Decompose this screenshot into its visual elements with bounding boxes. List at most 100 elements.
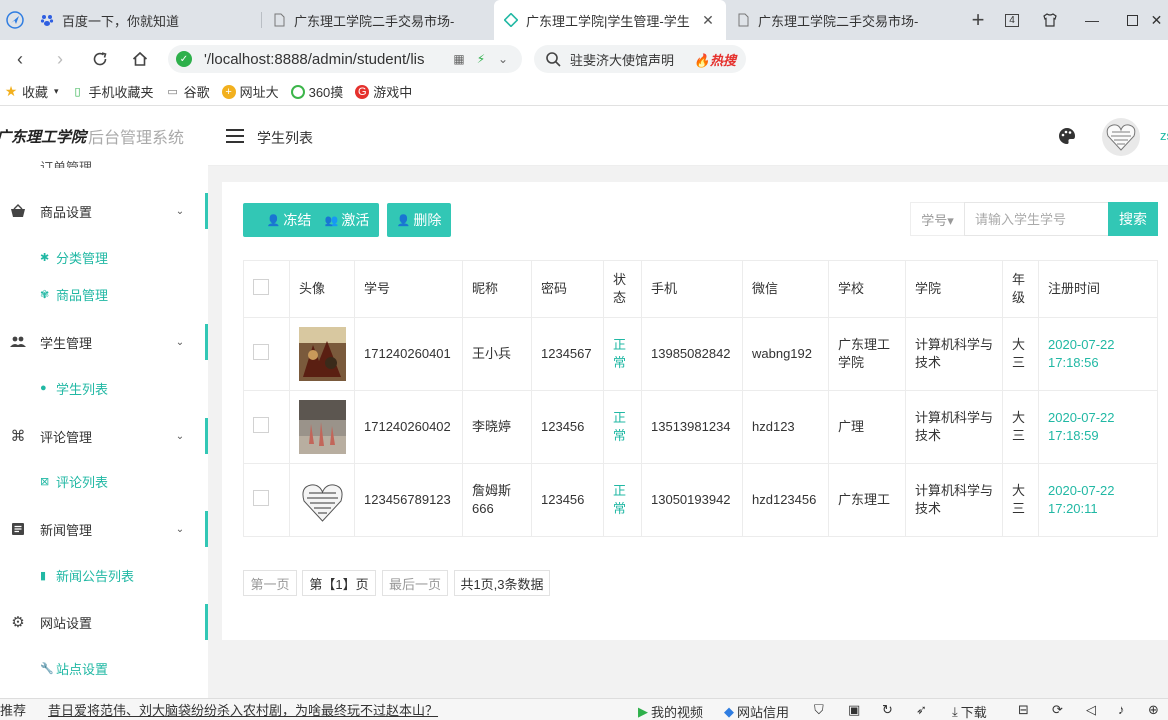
first-page-button[interactable]: 第一页 (243, 570, 297, 596)
bookmark-games[interactable]: G 游戏中 (355, 82, 412, 101)
search-input[interactable] (964, 202, 1110, 236)
sidebar-menu-students[interactable]: 学生管理 ⌄ (0, 324, 208, 360)
chevron-down-icon: ▾ (54, 86, 59, 96)
wechat: wabng192 (742, 317, 829, 391)
volume-icon[interactable]: ♪ (1118, 702, 1125, 717)
logo: 广东理工学院 后台管理系统 (0, 106, 208, 166)
delete-button[interactable]: 👤 删除 (387, 203, 451, 237)
palette-icon[interactable] (1058, 127, 1076, 145)
browser-tab-active[interactable]: 广东理工学院|学生管理-学生 ✕ (494, 0, 726, 40)
tab-title: 广东理工学院|学生管理-学生 (526, 13, 690, 29)
image-icon[interactable]: ▣ (848, 702, 860, 718)
content-card: 👤 冻结 👥 激活 👤 删除 学号▾ 搜索 头像 学号 (222, 182, 1168, 640)
last-page-button[interactable]: 最后一页 (382, 570, 448, 596)
qr-code-icon[interactable]: ▦ (448, 52, 470, 66)
page-title: 学生列表 (257, 130, 313, 146)
sidebar-item-student-list[interactable]: ● 学生列表 (40, 377, 108, 399)
column-header: 密码 (531, 260, 604, 318)
wrench-icon: 🔧 (40, 662, 54, 675)
student-avatar[interactable] (299, 400, 346, 454)
my-video-button[interactable]: ▶ 我的视频 (638, 702, 703, 720)
sidebar-menu-news[interactable]: 新闻管理 ⌄ (0, 511, 208, 547)
sidebar-item-category[interactable]: ✱ 分类管理 (40, 246, 108, 268)
column-header: 注册时间 (1038, 260, 1158, 318)
column-header: 状态 (603, 260, 642, 318)
close-window-icon[interactable]: ✕ (1145, 0, 1168, 40)
row-checkbox[interactable] (253, 489, 269, 506)
hamburger-menu-icon[interactable] (226, 129, 244, 143)
sidebar-item-site-settings[interactable]: 🔧 站点设置 (40, 657, 108, 679)
registered-time: 2020-07-22 17:18:56 (1038, 317, 1158, 391)
browser-tab[interactable]: 广东理工学院二手交易市场- (726, 0, 958, 40)
phone-icon: ▯ (74, 86, 81, 98)
select-all-cell (243, 260, 290, 318)
address-bar[interactable]: ✓ '/localhost:8888/admin/student/lis ▦ ⚡… (168, 45, 522, 73)
bookmark-mobile[interactable]: ▯ 手机收藏夹 (71, 82, 154, 101)
sidebar-item-comment-list[interactable]: ⊠ 评论列表 (40, 470, 108, 492)
download-button[interactable]: ⤓ 下载 (952, 702, 987, 720)
page-icon: ▭ (167, 86, 178, 98)
bookmark-url-directory[interactable]: + 网址大 (221, 82, 279, 101)
sidebar-menu-site[interactable]: ⚙ 网站设置 ⌄ (0, 604, 208, 640)
hot-search-badge[interactable]: 🔥热搜 (694, 50, 736, 69)
minimize-icon[interactable]: — (1072, 0, 1112, 40)
student-avatar[interactable] (299, 473, 346, 527)
browser-toolbar: ‹ › ✓ '/localhost:8888/admin/student/lis… (0, 40, 1168, 110)
sidebar-sub-item-partial[interactable]: 订单管理 (40, 154, 92, 168)
avatar-cell (289, 390, 355, 464)
chevron-down-icon: ⌄ (175, 336, 185, 348)
sidebar-item-news-list[interactable]: ▮ 新闻公告列表 (40, 564, 134, 586)
browser-tab[interactable]: 广东理工学院二手交易市场- (262, 0, 494, 40)
url-text[interactable]: '/localhost:8888/admin/student/lis (204, 51, 448, 68)
baidu-paw-icon (40, 15, 54, 26)
avatar[interactable] (1102, 118, 1140, 156)
sidebar-item-goods[interactable]: ✾ 商品管理 (40, 283, 108, 305)
sidebar-menu-goods[interactable]: 商品设置 ⌄ (0, 193, 208, 229)
close-tab-icon[interactable]: ✕ (700, 12, 716, 29)
college: 计算机科学与技术 (905, 390, 1003, 464)
bookmark-google[interactable]: ▭ 谷歌 (166, 82, 209, 101)
sync-icon[interactable]: ⟳ (1052, 702, 1063, 718)
tab-count-icon[interactable]: 4 (992, 0, 1032, 40)
search-query[interactable]: 驻斐济大使馆声明 (570, 50, 694, 69)
browser-menu-icon[interactable] (0, 0, 30, 40)
home-icon[interactable] (120, 40, 160, 78)
speaker-icon[interactable]: ◁ (1086, 702, 1096, 718)
reload-icon[interactable] (80, 40, 120, 78)
secure-shield-icon: ✓ (176, 51, 192, 67)
select-all-checkbox[interactable] (253, 278, 269, 295)
wechat: hzd123456 (742, 463, 829, 537)
student-avatar[interactable] (299, 327, 346, 381)
activate-button[interactable]: 👥 激活 (315, 203, 379, 237)
tab-title: 广东理工学院二手交易市场- (758, 13, 919, 29)
browser-tab[interactable]: 百度一下，你就知道 (30, 0, 262, 40)
back-icon[interactable]: ‹ (0, 40, 40, 78)
refresh-status-icon[interactable]: ↻ (882, 702, 893, 718)
zoom-icon[interactable]: ⊕ (1148, 702, 1159, 718)
shirt-icon[interactable] (1030, 0, 1070, 40)
status-badge: 正常 (603, 317, 642, 391)
bookmark-favorites[interactable]: ★ 收藏 ▾ (4, 82, 59, 101)
lock-status-icon[interactable]: ⊟ (1018, 702, 1029, 718)
search-box[interactable]: 驻斐济大使馆声明 🔥热搜 (534, 45, 746, 73)
row-checkbox[interactable] (253, 416, 269, 433)
password: 123456 (531, 463, 604, 537)
site-credit-button[interactable]: ◆ 网站信用 (724, 702, 789, 720)
bookmark-360[interactable]: 360摸 (290, 82, 343, 101)
news-ticker-link[interactable]: 昔日爱将范伟、刘大脑袋纷纷杀入农村剧，为啥最终玩不过赵本山？ (48, 700, 438, 719)
password: 1234567 (531, 317, 604, 391)
status-badge: 正常 (603, 390, 642, 464)
user-icon: ● (40, 382, 47, 394)
sidebar-menu-comments[interactable]: ⌘ 评论管理 ⌄ (0, 418, 208, 454)
shield-status-icon[interactable]: ⛉ (814, 702, 824, 718)
user-name[interactable]: zs (1160, 128, 1168, 143)
row-checkbox[interactable] (253, 343, 269, 360)
lightning-icon[interactable]: ⚡ (470, 52, 492, 66)
column-header: 学院 (905, 260, 1003, 318)
page-icon (738, 13, 749, 27)
search-button[interactable]: 搜索 (1108, 202, 1158, 236)
forward-icon[interactable]: › (40, 40, 80, 78)
rocket-icon[interactable]: ➶ (916, 702, 927, 718)
chevron-down-icon[interactable]: ⌄ (492, 52, 514, 66)
search-field-select[interactable]: 学号▾ (910, 202, 964, 236)
